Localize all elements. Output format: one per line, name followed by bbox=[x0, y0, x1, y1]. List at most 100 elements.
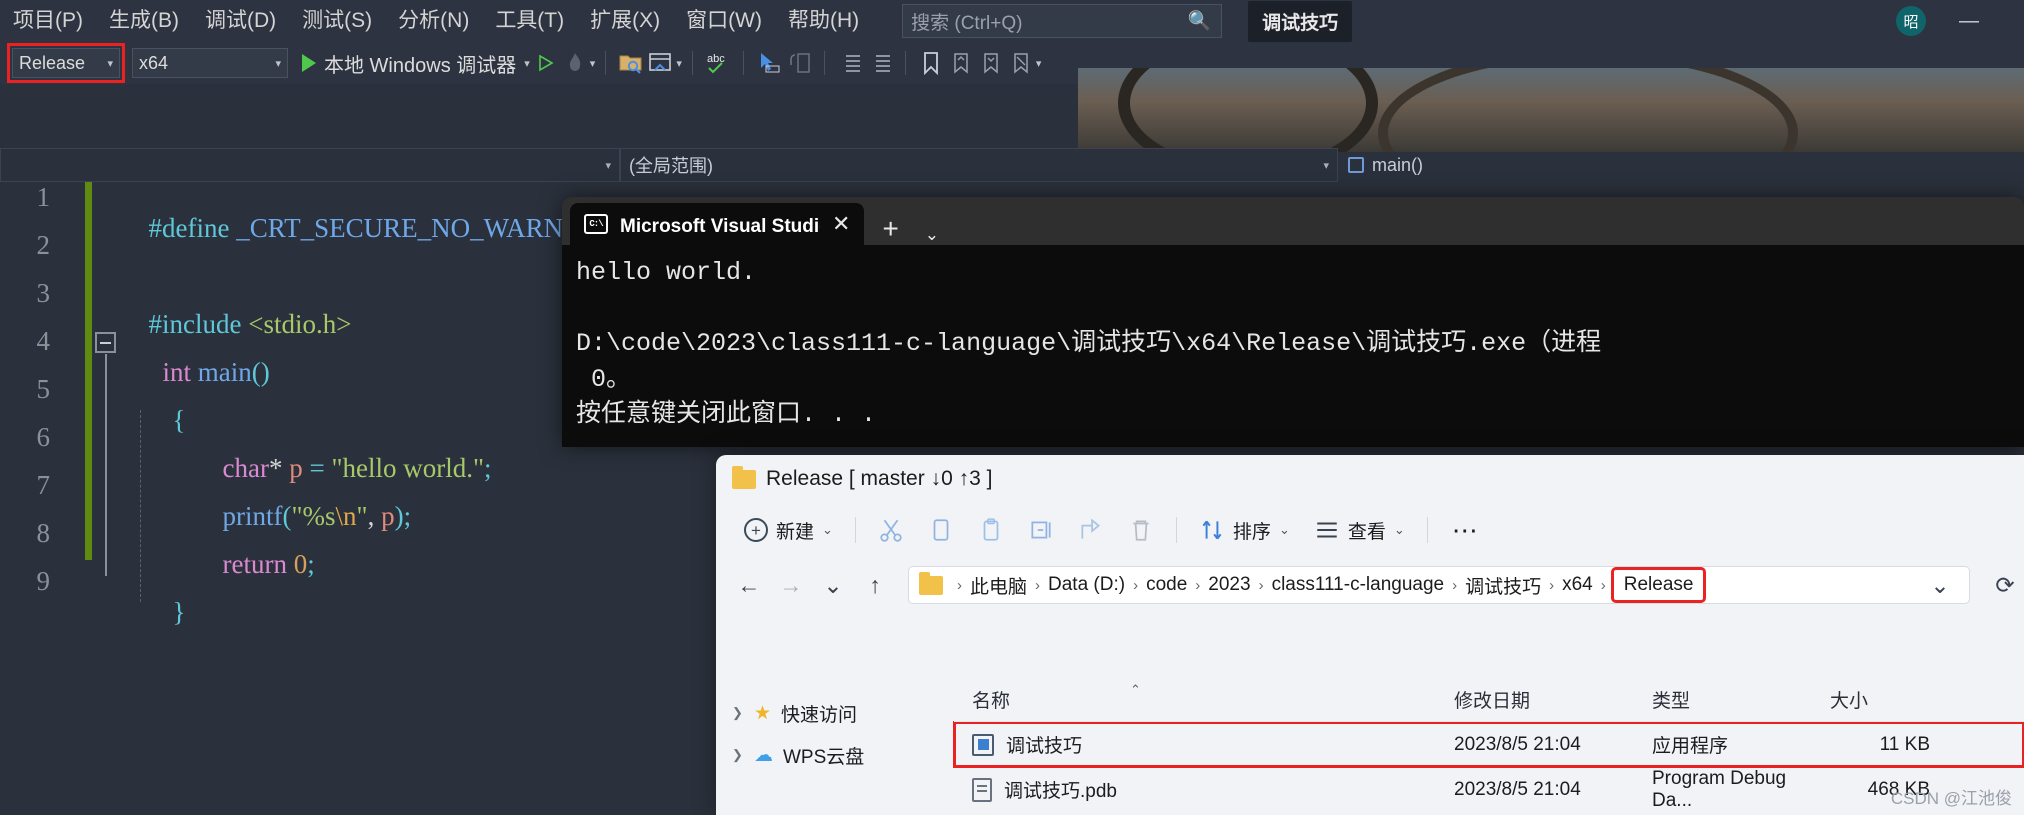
delete-button[interactable] bbox=[1116, 510, 1166, 550]
chevron-right-icon[interactable]: ❯ bbox=[732, 705, 744, 721]
back-button[interactable]: ← bbox=[730, 566, 768, 604]
breadcrumb-separator: › bbox=[1258, 576, 1264, 594]
hot-reload-icon[interactable] bbox=[560, 48, 590, 78]
menu-item-window[interactable]: 窗口(W) bbox=[673, 0, 775, 42]
list-view-icon bbox=[1317, 522, 1337, 538]
find-in-files-icon[interactable] bbox=[616, 48, 646, 78]
column-header-type[interactable]: 类型 bbox=[1652, 686, 1830, 713]
copy-button[interactable] bbox=[916, 510, 966, 550]
code-fold-toggle[interactable] bbox=[95, 332, 116, 353]
chevron-down-icon[interactable]: ⌄ bbox=[917, 225, 947, 245]
up-button[interactable]: ↑ bbox=[856, 566, 894, 604]
search-input[interactable]: 搜索 (Ctrl+Q) 🔍 bbox=[902, 4, 1223, 38]
clear-bookmarks-icon[interactable] bbox=[1006, 48, 1036, 78]
increase-indent-icon[interactable] bbox=[865, 48, 895, 78]
scope-dropdown[interactable]: (全局范围) ▾ bbox=[620, 148, 1338, 182]
column-header-size[interactable]: 大小 bbox=[1830, 686, 1950, 713]
console-tab-title: Microsoft Visual Studio 调试 bbox=[620, 215, 820, 237]
new-button-label: 新建 bbox=[776, 521, 815, 543]
forward-button[interactable]: → bbox=[772, 566, 810, 604]
chevron-down-icon[interactable]: ▾ bbox=[676, 57, 682, 70]
file-explorer-window[interactable]: Release [ master ↓0 ↑3 ] + 新建 ⌄ 排序 ⌄ 查看 … bbox=[716, 455, 2024, 815]
close-icon[interactable]: ✕ bbox=[832, 211, 850, 237]
menu-item-build[interactable]: 生成(B) bbox=[96, 0, 192, 42]
more-options-icon[interactable]: ⋯ bbox=[1438, 515, 1494, 546]
file-name-cell: 调试技巧 bbox=[954, 731, 1454, 758]
member-dropdown-value: main() bbox=[1372, 154, 1424, 175]
method-icon bbox=[1348, 157, 1364, 173]
configuration-dropdown[interactable]: Release ▾ bbox=[7, 43, 125, 83]
step-into-icon[interactable] bbox=[784, 48, 814, 78]
pointer-select-icon[interactable] bbox=[754, 48, 784, 78]
menu-item-extensions[interactable]: 扩展(X) bbox=[577, 0, 673, 42]
breadcrumb-item-class111[interactable]: class111-c-language bbox=[1272, 574, 1445, 596]
breadcrumb-item-drive[interactable]: Data (D:) bbox=[1048, 574, 1125, 596]
folder-icon bbox=[732, 465, 756, 489]
view-button[interactable]: 查看 ⌄ bbox=[1302, 510, 1417, 550]
table-row[interactable]: 调试技巧 2023/8/5 21:04 应用程序 11 KB bbox=[953, 721, 2024, 768]
breadcrumb-separator: › bbox=[1549, 576, 1555, 594]
column-header-name[interactable]: 名称 bbox=[954, 686, 1454, 713]
home-window-icon[interactable] bbox=[646, 48, 676, 78]
search-icon[interactable]: 🔍 bbox=[1187, 9, 1211, 33]
chevron-right-icon[interactable]: ❯ bbox=[732, 747, 744, 763]
table-row[interactable]: 调试技巧.pdb 2023/8/5 21:04 Program Debug Da… bbox=[954, 767, 2024, 812]
sidebar-item-quick-access[interactable]: ❯ ★ 快速访问 bbox=[716, 692, 954, 734]
changed-lines-indicator bbox=[85, 182, 92, 560]
breadcrumb-item-release[interactable]: Release bbox=[1610, 567, 1707, 603]
spell-check-icon[interactable]: abc bbox=[703, 48, 733, 78]
console-tab[interactable]: C:\ Microsoft Visual Studio 调试 ✕ bbox=[570, 203, 865, 245]
decrease-indent-icon[interactable] bbox=[835, 48, 865, 78]
start-without-debugging-button[interactable] bbox=[530, 48, 560, 78]
bookmark-icon[interactable] bbox=[916, 48, 946, 78]
console-window[interactable]: C:\ Microsoft Visual Studio 调试 ✕ + ⌄ hel… bbox=[562, 197, 2024, 447]
menu-item-tools[interactable]: 工具(T) bbox=[482, 0, 577, 42]
breadcrumb-item-code[interactable]: code bbox=[1146, 574, 1187, 596]
start-debugging-button[interactable]: 本地 Windows 调试器 ▾ bbox=[302, 49, 530, 78]
refresh-button[interactable]: ⟳ bbox=[1986, 566, 2024, 604]
column-header-date[interactable]: 修改日期 bbox=[1454, 686, 1652, 713]
chevron-down-icon[interactable]: ⌄ bbox=[1921, 566, 1959, 604]
background-photo-strip bbox=[1078, 68, 2024, 152]
breadcrumb-item-2023[interactable]: 2023 bbox=[1208, 574, 1250, 596]
menu-item-debug[interactable]: 调试(D) bbox=[192, 0, 289, 42]
new-tab-icon[interactable]: + bbox=[868, 213, 912, 245]
platform-dropdown[interactable]: x64 ▾ bbox=[132, 48, 288, 78]
plus-icon: + bbox=[744, 518, 768, 542]
menu-item-analyze[interactable]: 分析(N) bbox=[385, 0, 482, 42]
new-button[interactable]: + 新建 ⌄ bbox=[732, 510, 845, 550]
menu-item-project[interactable]: 项目(P) bbox=[0, 0, 96, 42]
rename-button[interactable] bbox=[1016, 510, 1066, 550]
recent-locations-button[interactable]: ⌄ bbox=[814, 566, 852, 604]
configuration-value: Release bbox=[19, 52, 86, 73]
next-bookmark-icon[interactable] bbox=[976, 48, 1006, 78]
previous-bookmark-icon[interactable] bbox=[946, 48, 976, 78]
paste-icon bbox=[983, 518, 999, 541]
share-button[interactable] bbox=[1066, 510, 1116, 550]
member-dropdown[interactable]: main() bbox=[1338, 155, 2024, 176]
breadcrumb-item-this-pc[interactable]: 此电脑 bbox=[970, 572, 1027, 599]
menu-item-help[interactable]: 帮助(H) bbox=[775, 0, 872, 42]
sidebar-item-wps-cloud[interactable]: ❯ ☁ WPS云盘 bbox=[716, 734, 954, 776]
rename-icon bbox=[1031, 521, 1051, 539]
breadcrumb-item-x64[interactable]: x64 bbox=[1562, 574, 1593, 596]
folder-icon bbox=[919, 571, 943, 595]
trash-icon bbox=[1133, 520, 1149, 541]
project-dropdown[interactable]: ▾ bbox=[0, 148, 620, 182]
cut-button[interactable] bbox=[866, 510, 916, 550]
menu-item-test[interactable]: 测试(S) bbox=[289, 0, 385, 42]
chevron-down-icon[interactable]: ▾ bbox=[1036, 57, 1042, 70]
breadcrumb[interactable]: › 此电脑 › Data (D:) › code › 2023 › class1… bbox=[908, 566, 1970, 604]
minimize-button[interactable]: — bbox=[1954, 10, 1984, 33]
paste-button[interactable] bbox=[966, 510, 1016, 550]
avatar[interactable]: 昭 bbox=[1896, 6, 1926, 36]
breadcrumb-item-project[interactable]: 调试技巧 bbox=[1465, 572, 1541, 599]
chevron-down-icon: ▾ bbox=[275, 57, 281, 70]
file-date: 2023/8/5 21:04 bbox=[1454, 778, 1581, 800]
file-list: 名称 ⌃ 修改日期 类型 大小 调试技巧 2023/8/5 21:04 应用程序… bbox=[953, 678, 2024, 815]
sort-button[interactable]: 排序 ⌄ bbox=[1187, 510, 1302, 550]
cloud-icon: ☁ bbox=[754, 744, 773, 766]
token-escape: \n bbox=[335, 501, 357, 531]
chevron-down-icon[interactable]: ▾ bbox=[590, 57, 596, 70]
file-list-header: 名称 ⌃ 修改日期 类型 大小 bbox=[954, 678, 2024, 722]
